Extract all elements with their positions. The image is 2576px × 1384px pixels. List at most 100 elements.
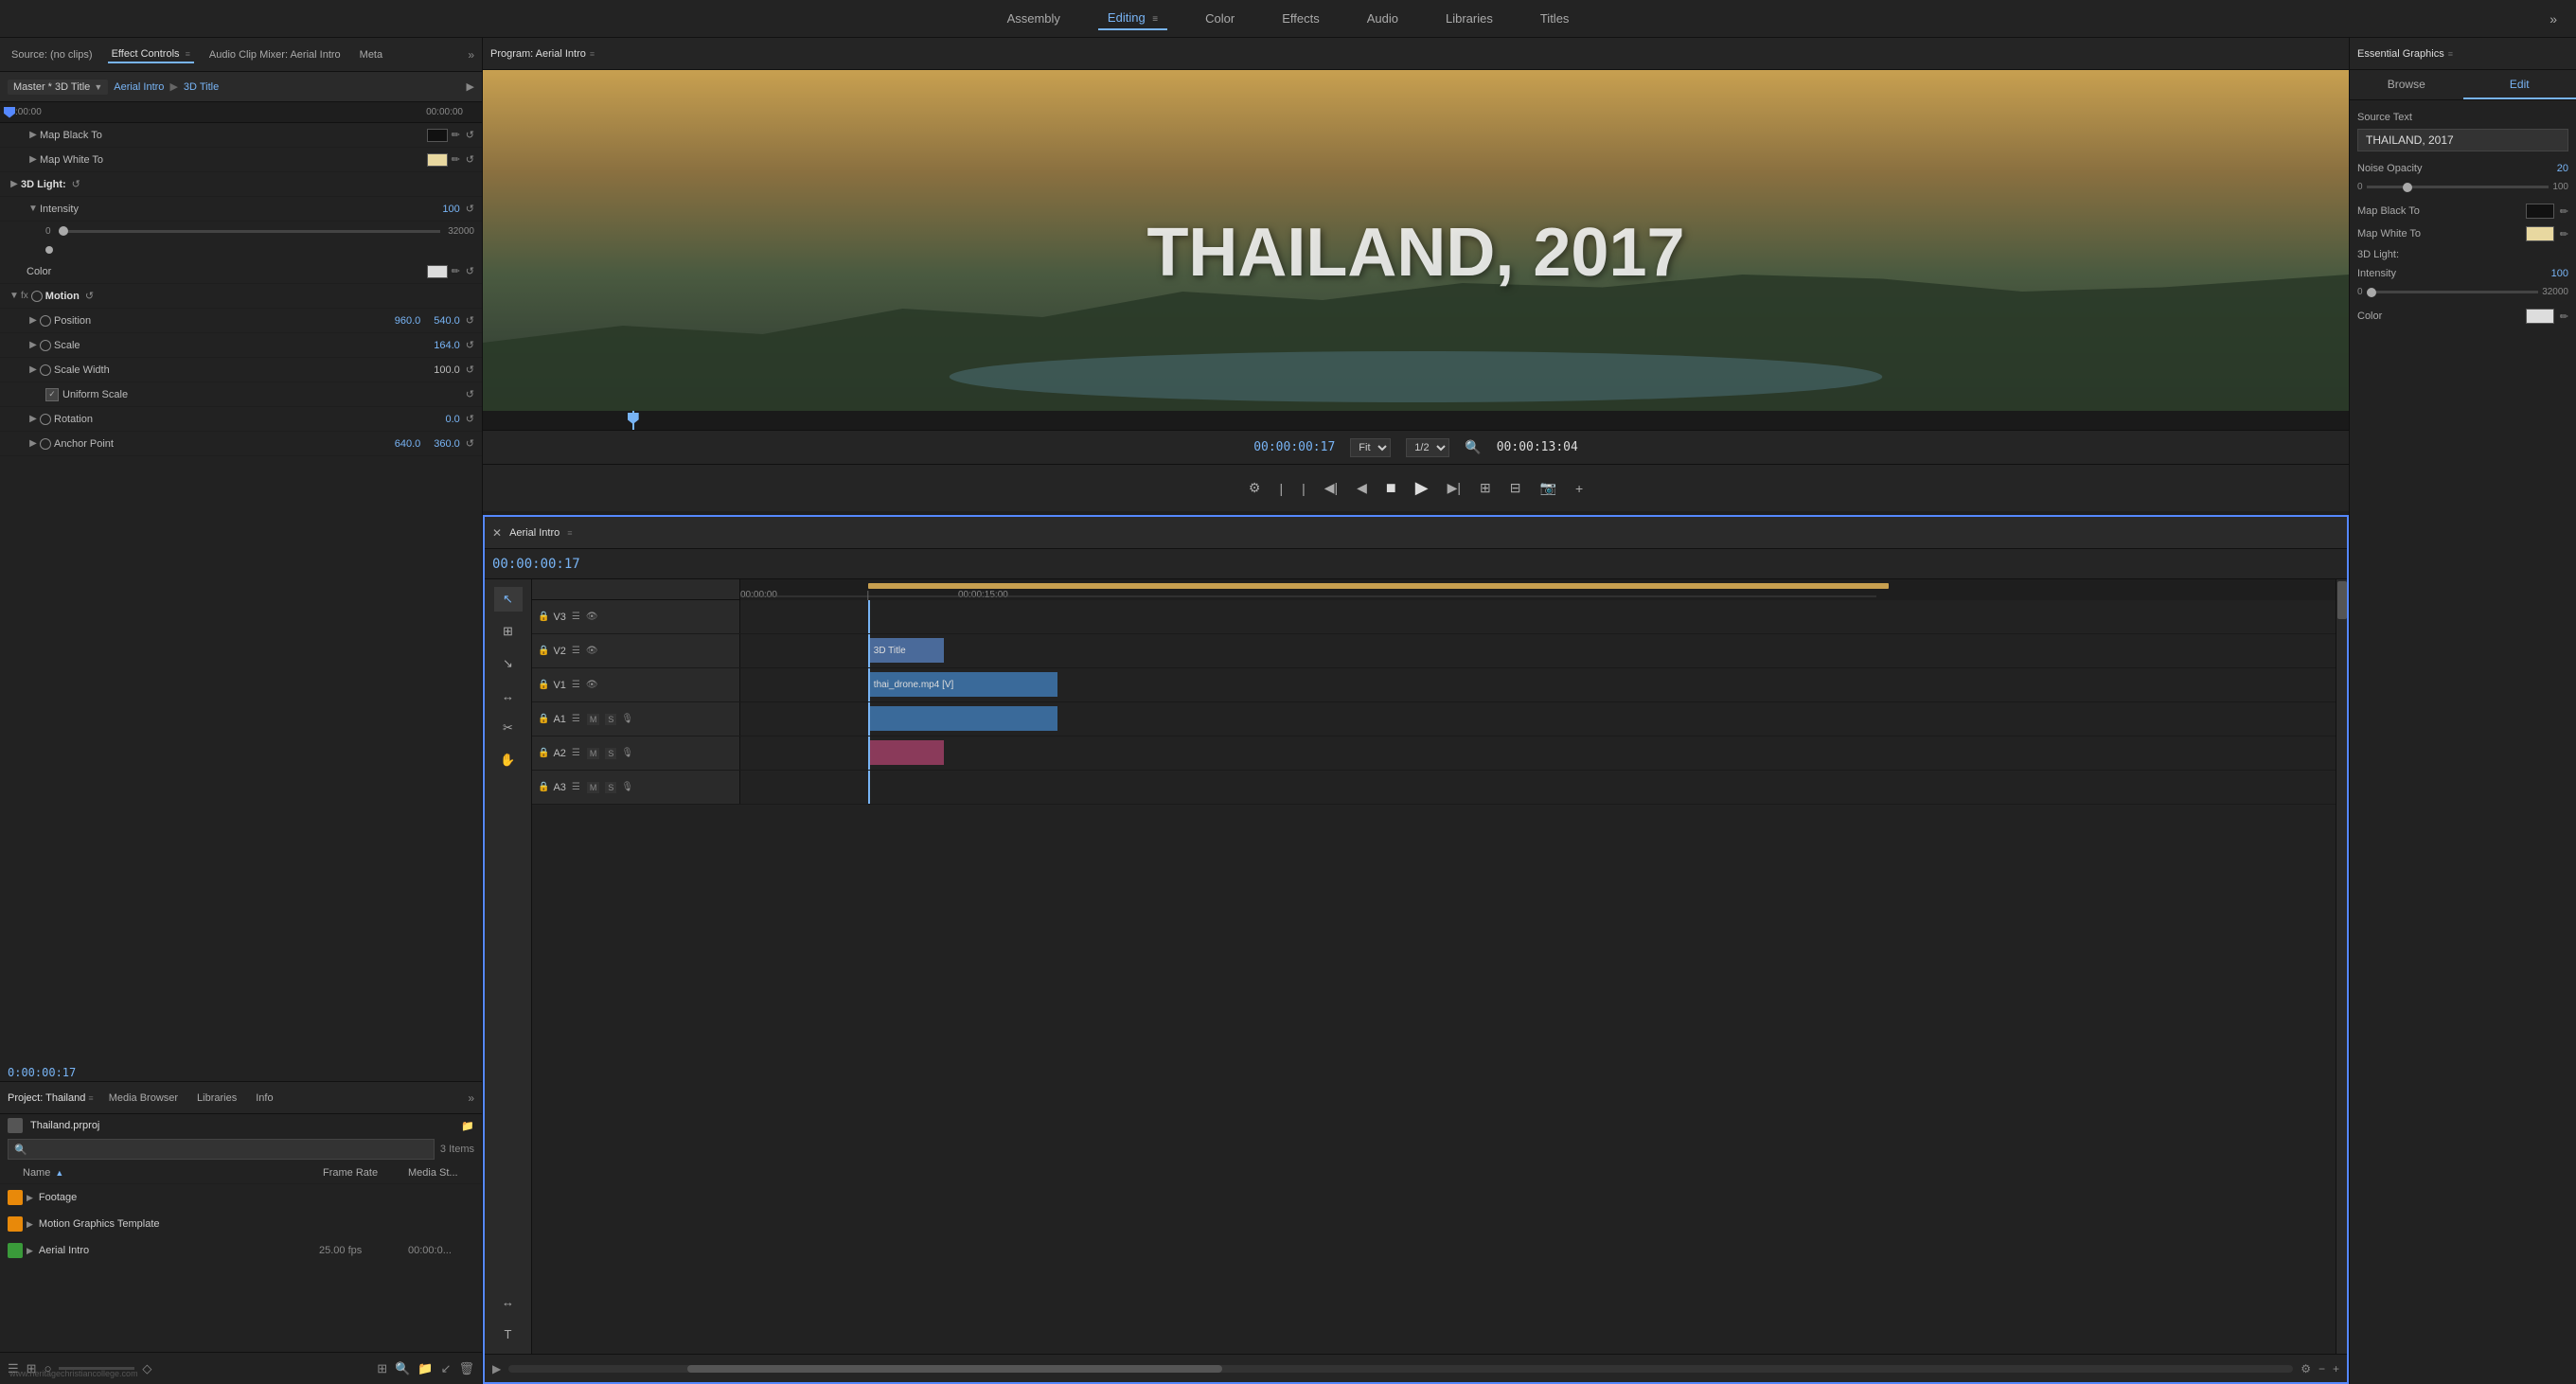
map-white-eyedropper[interactable]: ✏ [452,153,460,166]
track-v2-lock[interactable]: 🔒 [538,646,549,656]
uniform-scale-reset[interactable]: ↺ [466,388,474,400]
eg-intensity-slider[interactable] [2367,291,2539,293]
monitor-step-fwd-btn[interactable]: ▶| [1448,480,1461,496]
eg-intensity-thumb[interactable] [2367,288,2376,297]
tool-text[interactable]: T [494,1322,523,1346]
track-a3-mic[interactable]: 🎙 [621,782,633,792]
expand-anchor-point[interactable]: ▶ [27,437,40,451]
col-name-header[interactable]: Name ▲ [23,1167,323,1179]
track-v1-settings[interactable]: ☰ [572,680,580,690]
eg-menu-icon[interactable]: ≡ [2448,49,2453,59]
col-fps-header[interactable]: Frame Rate [323,1167,408,1179]
tl-settings-btn[interactable]: ⚙ [2301,1362,2311,1375]
monitor-step-back-btn[interactable]: ◀ [1357,480,1367,496]
track-v1-lock[interactable]: 🔒 [538,680,549,690]
monitor-scrubber[interactable] [483,411,2349,430]
track-a2-settings[interactable]: ☰ [572,748,580,758]
anchor-x[interactable]: 640.0 [395,438,421,450]
monitor-settings-btn[interactable]: ⚙ [1249,480,1261,496]
eg-color-eyedropper[interactable]: ✏ [2560,311,2568,323]
track-a3-lock[interactable]: 🔒 [538,782,549,792]
expand-rotation[interactable]: ▶ [27,413,40,426]
track-a2-mic[interactable]: 🎙 [621,748,633,758]
breadcrumb-3d-title[interactable]: 3D Title [184,81,219,93]
tool-zoom[interactable]: ↔ [494,1289,523,1314]
clip-thai-drone[interactable]: thai_drone.mp4 [V] [868,672,1057,697]
clip-3d-title[interactable]: 3D Title [868,638,944,663]
track-a1-s[interactable]: S [605,714,616,725]
anchor-y[interactable]: 360.0 [434,438,460,450]
eg-noise-thumb[interactable] [2403,183,2412,192]
expand-3d-light[interactable]: ▶ [8,178,21,191]
track-v2-content[interactable]: 3D Title [740,634,2336,667]
track-a1-settings[interactable]: ☰ [572,714,580,724]
track-v3-eye[interactable]: 👁 [586,612,598,622]
tool-selection[interactable]: ↖ [494,587,523,612]
timeline-timecode[interactable]: 00:00:00:17 [492,557,580,572]
position-x[interactable]: 960.0 [395,315,421,327]
tab-project[interactable]: Project: Thailand ≡ [8,1092,94,1104]
editing-menu-icon[interactable]: ≡ [1152,14,1158,25]
tab-edit[interactable]: Edit [2463,70,2576,99]
color-reset[interactable]: ↺ [466,265,474,277]
tab-info[interactable]: Info [252,1091,276,1106]
expand-position[interactable]: ▶ [27,314,40,328]
timeline-title[interactable]: Aerial Intro [509,527,560,539]
project-search-box[interactable]: 🔍 [8,1139,435,1160]
expand-footage[interactable]: ▶ [27,1193,33,1203]
map-white-swatch[interactable] [427,153,448,167]
track-a3-settings[interactable]: ☰ [572,782,580,792]
arrow-btn[interactable]: ↙ [441,1361,452,1376]
monitor-marker-in-btn[interactable]: | [1279,481,1283,496]
track-a3-m[interactable]: M [587,782,600,793]
project-search-input[interactable] [31,1144,428,1155]
nav-item-libraries[interactable]: Libraries [1436,8,1502,29]
project-item-mgt[interactable]: ▶ Motion Graphics Template [0,1211,482,1237]
eg-noise-opacity-value[interactable]: 20 [2557,163,2568,174]
track-a3-s[interactable]: S [605,782,616,793]
eg-source-text-value[interactable]: THAILAND, 2017 [2357,129,2568,151]
panel-tabs-more[interactable]: » [468,48,474,62]
motion-reset[interactable]: ↺ [85,290,94,302]
track-v3-settings[interactable]: ☰ [572,612,580,622]
breadcrumb-aerial-intro[interactable]: Aerial Intro [114,81,164,93]
expand-map-white[interactable]: ▶ [27,153,40,167]
eg-intensity-value[interactable]: 100 [2551,268,2568,279]
expand-scale[interactable]: ▶ [27,339,40,352]
nav-item-titles[interactable]: Titles [1531,8,1579,29]
timeline-close-btn[interactable]: ✕ [492,526,502,540]
master-forward-button[interactable]: ▶ [467,80,474,93]
search-btn[interactable]: 🔍 [395,1361,410,1376]
timeline-menu-icon[interactable]: ≡ [567,528,572,538]
track-a2-content[interactable] [740,736,2336,770]
folder-btn[interactable]: 📁 [417,1361,433,1376]
tl-zoom-in-btn[interactable]: + [2333,1362,2339,1375]
intensity-reset[interactable]: ↺ [466,203,474,215]
delete-btn[interactable]: 🗑 [458,1361,474,1376]
scale-width-value[interactable]: 100.0 [434,364,460,376]
eg-map-black-swatch[interactable] [2526,204,2554,219]
nav-more-button[interactable]: » [2549,11,2557,27]
expand-aerial[interactable]: ▶ [27,1246,33,1256]
tool-ripple[interactable]: ⊞ [494,619,523,644]
monitor-time-current[interactable]: 00:00:00:17 [1253,440,1335,454]
project-item-aerial[interactable]: ▶ Aerial Intro 25.00 fps 00:00:0... [0,1237,482,1264]
nav-item-color[interactable]: Color [1196,8,1244,29]
track-v1-eye[interactable]: 👁 [586,680,598,690]
monitor-export-btn[interactable]: 📷 [1540,480,1556,496]
intensity-slider-track[interactable] [59,230,441,233]
monitor-stop-btn[interactable]: ■ [1386,478,1396,498]
tl-hscroll-thumb[interactable] [687,1365,1222,1373]
timeline-hscroll[interactable] [508,1365,2293,1373]
monitor-zoom-icon[interactable]: 🔍 [1465,439,1481,455]
work-area-bar[interactable] [868,583,1889,589]
scale-reset[interactable]: ↺ [466,339,474,351]
tab-libraries[interactable]: Libraries [193,1091,240,1106]
nav-item-editing[interactable]: Editing ≡ [1098,7,1167,30]
eg-color-swatch[interactable] [2526,309,2554,324]
monitor-menu-icon[interactable]: ≡ [590,49,595,59]
track-a1-content[interactable] [740,702,2336,736]
tl-zoom-out-btn[interactable]: − [2318,1362,2325,1375]
col-media-header[interactable]: Media St... [408,1167,474,1179]
uniform-scale-checkbox[interactable]: ✓ [45,388,59,401]
